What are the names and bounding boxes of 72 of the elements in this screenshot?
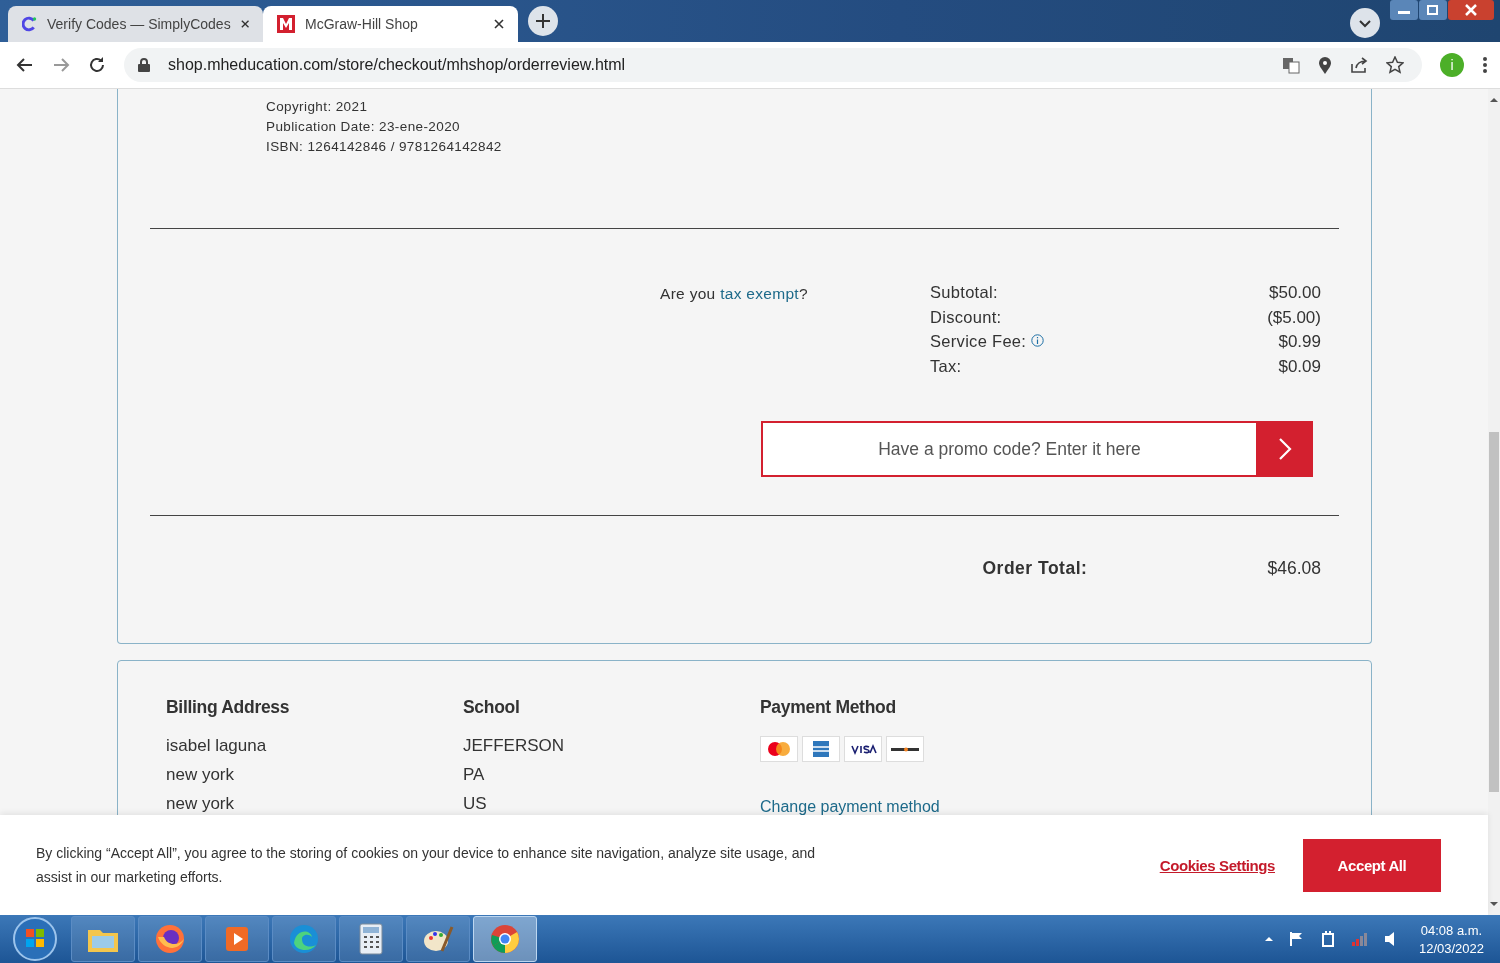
close-icon[interactable] — [240, 19, 249, 29]
close-icon[interactable] — [494, 19, 504, 29]
edge-icon — [288, 923, 320, 955]
summary-line: isabel laguna — [166, 736, 268, 757]
cookies-settings-link[interactable]: Cookies Settings — [1159, 856, 1275, 874]
visa-card-icon — [844, 736, 882, 762]
order-total-value: $46.08 — [1267, 558, 1321, 579]
media-taskbar-button[interactable] — [205, 916, 269, 962]
lock-icon — [138, 58, 150, 72]
browser-tab[interactable]: Verify Codes — SimplyCodes — [8, 6, 263, 42]
product-detail: ISBN: 1264142846 / 9781264142842 — [266, 139, 503, 154]
tax-exempt-question: Are you tax exempt? — [660, 285, 809, 304]
summary-line: new york — [166, 794, 236, 815]
promo-code-field[interactable]: Have a promo code? Enter it here — [761, 421, 1256, 477]
total-label: Subtotal: — [930, 283, 998, 302]
flag-icon[interactable] — [1288, 931, 1305, 947]
location-pin-icon[interactable] — [1318, 56, 1332, 74]
star-icon[interactable] — [1386, 56, 1404, 74]
total-value: $0.09 — [1278, 356, 1321, 378]
chrome-taskbar-button[interactable] — [473, 916, 537, 962]
summary-line: new york — [166, 765, 236, 786]
back-icon[interactable] — [16, 56, 34, 74]
paint-taskbar-button[interactable] — [406, 916, 470, 962]
total-value: $50.00 — [1269, 283, 1321, 304]
section-heading: Payment Method — [760, 697, 897, 718]
firefox-icon — [154, 923, 186, 955]
mastercard-icon — [760, 736, 798, 762]
summary-line: US — [463, 794, 488, 815]
clock-time: 04:08 a.m. — [1420, 922, 1483, 938]
total-label: Service Fee: — [930, 332, 1027, 351]
c-logo-icon — [22, 15, 37, 33]
chevron-right-icon — [1277, 437, 1292, 461]
firefox-taskbar-button[interactable] — [138, 916, 202, 962]
section-heading: School — [463, 697, 521, 718]
start-button[interactable] — [12, 916, 58, 962]
accept-all-button[interactable]: Accept All — [1303, 838, 1441, 892]
new-tab-icon[interactable] — [528, 6, 558, 36]
explorer-taskbar-button[interactable] — [71, 916, 135, 962]
product-detail: Publication Date: 23-ene-2020 — [266, 119, 461, 134]
info-icon[interactable] — [1031, 334, 1045, 347]
browser-tab[interactable]: McGraw-Hill Shop — [263, 6, 518, 42]
calculator-taskbar-button[interactable] — [339, 916, 403, 962]
clock-date: 12/03/2022 — [1418, 940, 1484, 956]
minimize-icon[interactable] — [1390, 0, 1418, 20]
summary-line: JEFFERSON — [463, 736, 566, 757]
scroll-up-icon[interactable] — [1488, 95, 1500, 105]
menu-icon[interactable] — [1482, 56, 1488, 74]
summary-line: PA — [463, 765, 486, 786]
restore-icon[interactable] — [1419, 0, 1447, 20]
section-heading: Billing Address — [166, 697, 291, 718]
scroll-down-icon[interactable] — [1488, 899, 1500, 909]
product-detail: Copyright: 2021 — [266, 99, 369, 114]
chrome-icon — [489, 923, 521, 955]
cookie-notice-text: By clicking “Accept All”, you agree to the storing of cookies on your device to enhance site navigation, analyze site usage, and assist in our marketing efforts. — [36, 844, 816, 887]
total-value: $0.99 — [1278, 332, 1321, 353]
show-hidden-icons-icon[interactable] — [1263, 934, 1274, 944]
order-total-label: Order Total: — [982, 558, 1089, 579]
m-logo-icon — [277, 15, 295, 33]
forward-icon[interactable] — [52, 56, 70, 74]
dropdown-icon[interactable] — [1350, 8, 1380, 38]
scrollbar-thumb[interactable] — [1489, 432, 1499, 792]
tax-exempt-link[interactable]: tax exempt — [720, 285, 799, 302]
reload-icon[interactable] — [88, 56, 106, 74]
address-bar[interactable]: shop.mheducation.com/store/checkout/mhshop/orderreview.html — [124, 48, 1422, 82]
total-label: Discount: — [930, 307, 1002, 327]
speaker-icon[interactable] — [1383, 931, 1396, 947]
edge-taskbar-button[interactable] — [272, 916, 336, 962]
share-icon[interactable] — [1350, 56, 1368, 74]
change-payment-link[interactable]: Change payment method — [760, 798, 1057, 816]
total-label: Tax: — [930, 356, 962, 376]
total-value: ($5.00) — [1267, 307, 1321, 329]
calculator-icon — [358, 923, 384, 955]
